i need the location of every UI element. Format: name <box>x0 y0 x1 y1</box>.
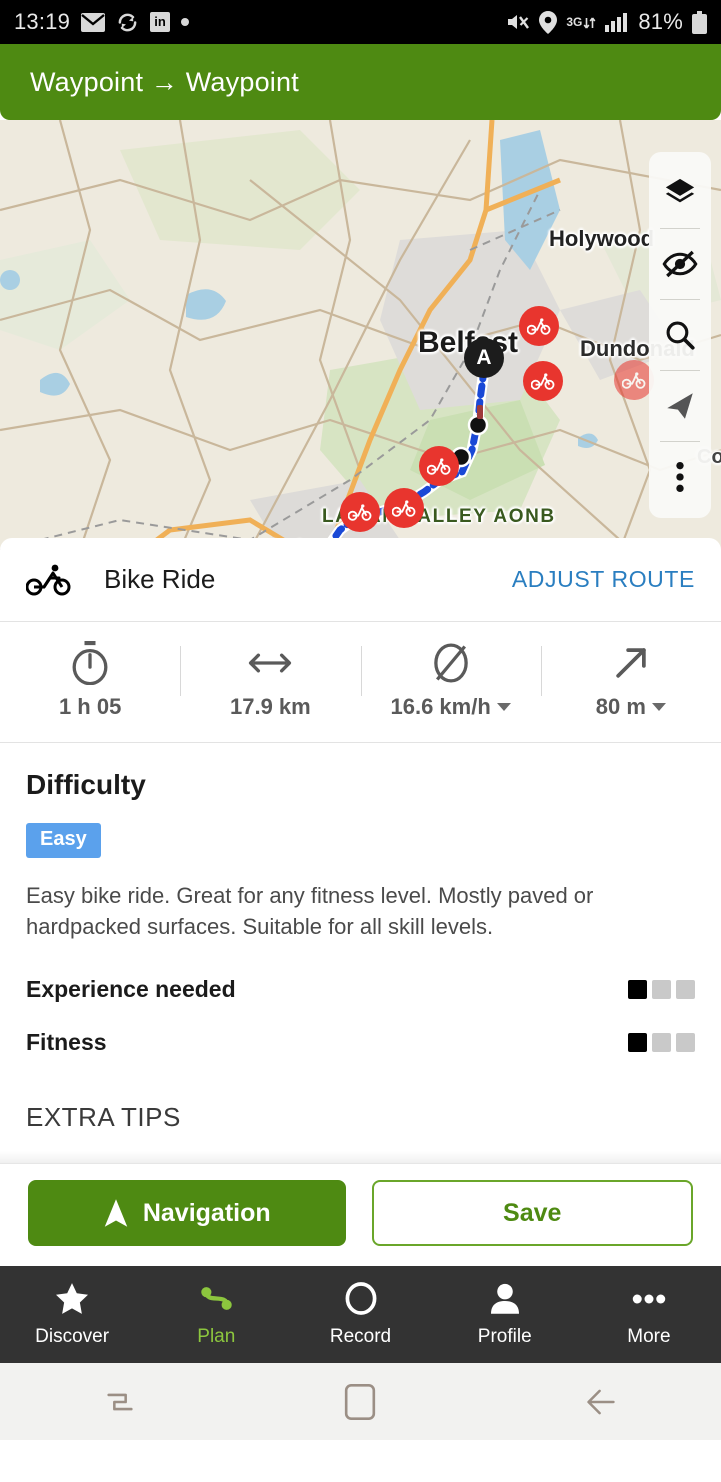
battery-icon <box>692 11 707 34</box>
waypoint-a-label: A <box>476 346 491 370</box>
sheet-scroll-fade <box>0 1151 721 1163</box>
adjust-route-button[interactable]: ADJUST ROUTE <box>512 566 695 593</box>
nav-label-record: Record <box>330 1326 391 1348</box>
system-navigation-bar <box>0 1363 721 1440</box>
poi-bike-marker[interactable] <box>519 306 559 346</box>
route-detail-sheet: Bike Ride ADJUST ROUTE 1 h 05 <box>0 538 721 1163</box>
star-icon <box>56 1282 88 1316</box>
navigation-button[interactable]: Navigation <box>28 1180 346 1246</box>
stat-ascent[interactable]: 80 m <box>541 640 721 720</box>
stat-duration[interactable]: 1 h 05 <box>0 640 180 720</box>
eye-off-icon[interactable] <box>649 229 711 299</box>
status-bar: 13:19 in <box>0 0 721 44</box>
page-title: Waypoint → Waypoint <box>30 67 299 98</box>
meter-square <box>676 1033 695 1052</box>
stat-average-speed[interactable]: 16.6 km/h <box>361 640 541 720</box>
nav-label-profile: Profile <box>478 1326 532 1348</box>
nav-label-plan: Plan <box>197 1326 235 1348</box>
ascent-icon <box>611 640 651 686</box>
bike-icon <box>26 564 72 596</box>
experience-meter <box>628 980 695 999</box>
distance-icon <box>248 640 292 686</box>
nav-item-discover[interactable]: Discover <box>0 1282 144 1348</box>
experience-row: Experience needed <box>26 976 695 1003</box>
stat-average-speed-value: 16.6 km/h <box>390 694 510 720</box>
difficulty-description: Easy bike ride. Great for any fitness le… <box>26 880 686 942</box>
network-3g-icon: 3G <box>566 12 596 32</box>
activity-title: Bike Ride <box>104 564 215 595</box>
more-horizontal-icon <box>632 1282 666 1316</box>
poi-bike-marker[interactable] <box>384 488 424 528</box>
stat-ascent-text: 80 m <box>596 694 646 720</box>
stat-average-speed-text: 16.6 km/h <box>390 694 490 720</box>
nav-item-record[interactable]: Record <box>288 1282 432 1348</box>
route-sheet-header: Bike Ride ADJUST ROUTE <box>0 538 721 622</box>
navigate-icon[interactable] <box>649 371 711 441</box>
navigation-button-label: Navigation <box>143 1199 271 1228</box>
save-button-label: Save <box>503 1199 561 1228</box>
stat-distance-value: 17.9 km <box>230 694 311 720</box>
fitness-meter <box>628 1033 695 1052</box>
action-bar: Navigation Save <box>0 1163 721 1266</box>
battery-percent: 81% <box>638 9 683 35</box>
status-bar-left: 13:19 in <box>14 9 189 35</box>
nav-item-plan[interactable]: Plan <box>144 1282 288 1348</box>
chevron-down-icon[interactable] <box>652 703 666 711</box>
signal-icon <box>605 12 629 32</box>
fitness-label: Fitness <box>26 1029 107 1056</box>
poi-bike-marker[interactable] <box>523 361 563 401</box>
map-canvas <box>0 120 721 550</box>
difficulty-heading: Difficulty <box>26 769 695 801</box>
status-bar-right: 3G 81% <box>506 9 707 35</box>
meter-square <box>628 1033 647 1052</box>
nav-item-profile[interactable]: Profile <box>433 1282 577 1348</box>
stat-ascent-value: 80 m <box>596 694 666 720</box>
sync-icon <box>116 11 139 34</box>
route-icon <box>200 1282 233 1316</box>
meter-square <box>676 980 695 999</box>
experience-label: Experience needed <box>26 976 236 1003</box>
home-icon[interactable] <box>240 1383 480 1421</box>
bottom-navigation: Discover Plan Record Profile <box>0 1266 721 1363</box>
back-icon[interactable] <box>481 1385 721 1419</box>
poi-bike-marker[interactable] <box>614 360 654 400</box>
fitness-row: Fitness <box>26 1029 695 1056</box>
meter-square <box>652 980 671 999</box>
poi-bike-marker[interactable] <box>340 492 380 532</box>
meter-square <box>628 980 647 999</box>
map-controls-panel <box>649 152 711 518</box>
person-icon <box>491 1282 519 1316</box>
difficulty-section: Difficulty Easy Easy bike ride. Great fo… <box>0 743 721 1056</box>
chevron-down-icon[interactable] <box>497 703 511 711</box>
more-vertical-icon[interactable] <box>649 442 711 512</box>
linkedin-icon: in <box>150 12 170 32</box>
waypoint-marker-a[interactable]: A <box>464 338 504 378</box>
dot-icon <box>181 18 189 26</box>
difficulty-badge: Easy <box>26 823 101 858</box>
record-circle-icon <box>345 1282 377 1316</box>
route-stats: 1 h 05 17.9 km <box>0 622 721 743</box>
app-root: 13:19 in <box>0 0 721 1482</box>
map-view[interactable]: Belfast Lisburn Holywood Dundonald Com L… <box>0 120 721 550</box>
nav-label-more: More <box>627 1326 670 1348</box>
recents-icon[interactable] <box>0 1385 240 1419</box>
search-icon[interactable] <box>649 300 711 370</box>
navigation-arrow-icon <box>103 1198 129 1228</box>
route-header[interactable]: Waypoint → Waypoint <box>0 44 721 120</box>
stat-duration-value: 1 h 05 <box>59 694 121 720</box>
layers-icon[interactable] <box>649 158 711 228</box>
stopwatch-icon <box>69 640 111 686</box>
nav-item-more[interactable]: More <box>577 1282 721 1348</box>
nav-label-discover: Discover <box>35 1326 109 1348</box>
save-button[interactable]: Save <box>372 1180 694 1246</box>
mail-icon <box>81 13 105 32</box>
status-time: 13:19 <box>14 9 70 35</box>
average-icon <box>431 640 471 686</box>
stat-distance[interactable]: 17.9 km <box>180 640 360 720</box>
mute-icon <box>506 12 530 32</box>
location-icon <box>539 11 557 34</box>
poi-bike-marker[interactable] <box>419 446 459 486</box>
extra-tips-heading: EXTRA TIPS <box>0 1102 721 1151</box>
meter-square <box>652 1033 671 1052</box>
